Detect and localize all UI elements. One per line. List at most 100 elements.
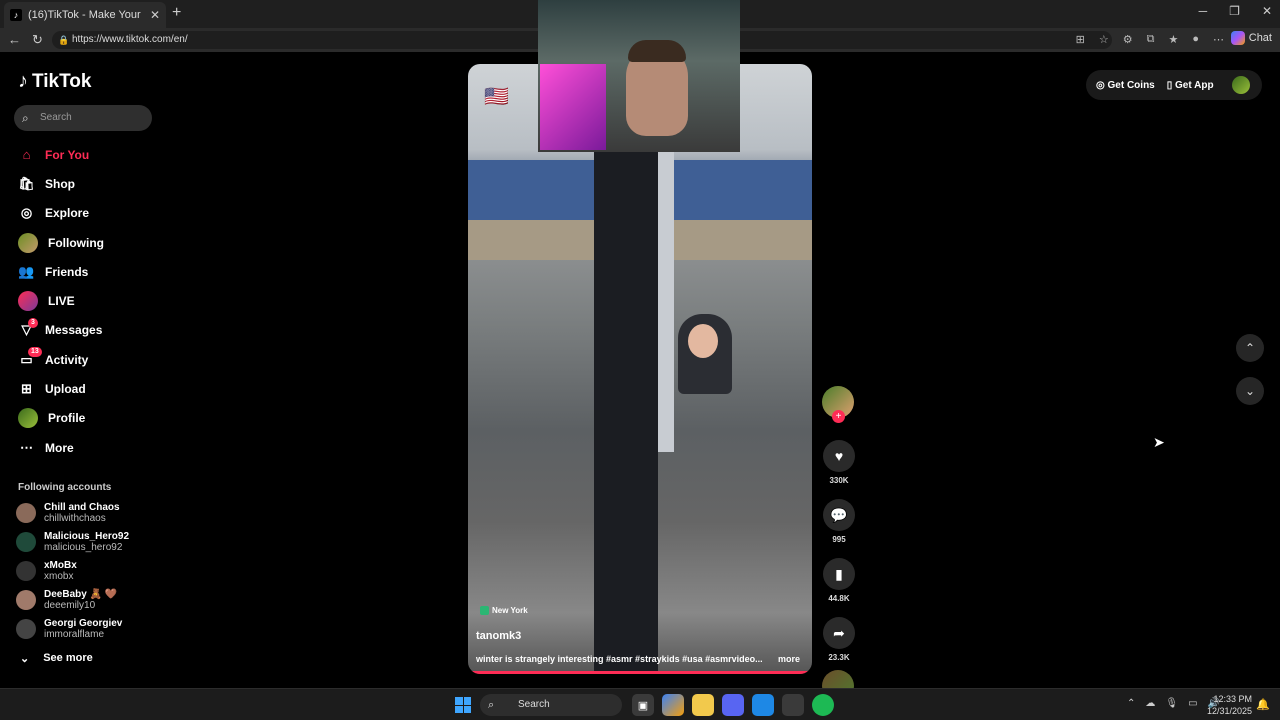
comment-action[interactable]: 💬 995 — [822, 499, 856, 544]
search-icon: ⌕ — [488, 699, 495, 711]
heart-icon[interactable]: ♥ — [823, 440, 855, 472]
webcam-person-hair — [628, 40, 686, 62]
chat-label: Chat — [1248, 32, 1272, 44]
like-count: 330K — [829, 476, 849, 485]
video-progress-bar[interactable] — [468, 671, 812, 674]
account-handle: immoralflame — [44, 628, 105, 640]
favorite-icon[interactable]: ☆ — [1099, 33, 1109, 46]
bookmark-icon[interactable]: ▮ — [823, 558, 855, 590]
tiktok-logo[interactable]: ♪ TikTok — [18, 70, 91, 93]
windows-start-icon[interactable] — [455, 697, 471, 713]
sidebar-item-following[interactable]: Following — [0, 228, 160, 257]
following-account-item[interactable]: DeeBaby 🧸 🤎 deeemily10 — [16, 585, 156, 614]
profile-avatar — [18, 408, 38, 429]
sidebar-item-label: Upload — [45, 382, 86, 397]
spotify-icon[interactable] — [812, 694, 834, 716]
creator-avatar[interactable]: + — [822, 386, 854, 423]
close-window-icon[interactable]: ✕ — [1262, 4, 1272, 18]
us-flag-icon: 🇺🇸 — [484, 86, 509, 108]
share-icon[interactable]: ➦ — [823, 617, 855, 649]
taskbar-search-label: Search — [518, 699, 550, 710]
get-app-button[interactable]: ▯ Get App — [1167, 80, 1214, 91]
minimize-icon[interactable]: ─ — [1199, 4, 1208, 18]
sidebar: ♪ TikTok ⌕ Search ⌂ For You 🛍 Shop ◎ Exp… — [0, 56, 160, 686]
sidebar-item-activity[interactable]: ▭ 13 Activity — [0, 345, 160, 374]
close-tab-icon[interactable]: ✕ — [150, 8, 160, 22]
account-name: DeeBaby 🧸 🤎 — [44, 588, 118, 600]
video-player[interactable]: 🇺🇸 New York tanomk3 winter is strangely … — [468, 64, 812, 674]
save-action[interactable]: ▮ 44.8K — [822, 558, 856, 603]
sidebar-item-for-you[interactable]: ⌂ For You — [0, 140, 160, 169]
sidebar-item-label: Friends — [45, 264, 89, 279]
following-accounts-title: Following accounts — [18, 482, 112, 493]
back-icon[interactable]: ← — [8, 32, 21, 47]
clock[interactable]: 12:33 PM 12/31/2025 — [1207, 693, 1252, 717]
cloud-icon[interactable]: ☁ — [1145, 698, 1155, 709]
chevron-down-icon: ⌄ — [1244, 384, 1256, 398]
menu-dots-icon[interactable]: ⋯ — [1213, 33, 1224, 46]
collections-icon[interactable]: ⧉ — [1147, 33, 1155, 46]
comment-icon[interactable]: 💬 — [823, 499, 855, 531]
get-coins-button[interactable]: ◎ Get Coins — [1096, 80, 1155, 91]
mouse-cursor-icon: ➤ — [1153, 434, 1165, 450]
sidebar-item-friends[interactable]: 👥 Friends — [0, 257, 160, 286]
copilot-chat-button[interactable]: Chat — [1230, 31, 1272, 45]
maximize-icon[interactable]: ❐ — [1229, 4, 1240, 18]
sidebar-item-upload[interactable]: ⊞ Upload — [0, 374, 160, 403]
following-account-item[interactable]: Chill and Chaos chillwithchaos — [16, 498, 156, 527]
app-icon[interactable] — [782, 694, 804, 716]
comment-count: 995 — [832, 535, 846, 544]
favorites-bar-icon[interactable]: ★ — [1168, 33, 1178, 46]
nav-list: ⌂ For You 🛍 Shop ◎ Explore Following 👥 F… — [0, 140, 160, 462]
like-action[interactable]: ♥ 330K — [822, 440, 856, 485]
profile-icon[interactable]: ● — [1192, 33, 1199, 46]
sidebar-item-label: Activity — [45, 352, 89, 367]
copilot-app-icon[interactable] — [662, 694, 684, 716]
time: 12:33 PM — [1213, 694, 1252, 704]
webcam-overlay — [538, 0, 740, 152]
extensions-icon[interactable]: ⚙ — [1123, 33, 1133, 46]
window-controls: ─ ❐ ✕ — [1199, 4, 1272, 18]
account-handle: xmobx — [44, 570, 74, 582]
account-avatar — [16, 589, 36, 610]
edge-icon[interactable] — [752, 694, 774, 716]
share-action[interactable]: ➦ 23.3K — [822, 617, 856, 662]
following-account-item[interactable]: xMoBx xmobx — [16, 556, 156, 585]
sidebar-item-label: For You — [45, 147, 90, 162]
sidebar-item-more[interactable]: ⋯ More — [0, 433, 160, 462]
sidebar-item-live[interactable]: LIVE — [0, 286, 160, 315]
mic-icon[interactable]: 🎙 — [1165, 698, 1178, 709]
date: 12/31/2025 — [1206, 706, 1252, 716]
task-view-icon[interactable]: ▣ — [632, 694, 654, 716]
follow-plus-icon[interactable]: + — [832, 410, 845, 423]
refresh-icon[interactable]: ↻ — [32, 32, 43, 48]
notification-icon[interactable]: 🔔 — [1256, 698, 1270, 711]
video-author[interactable]: tanomk3 — [476, 630, 521, 642]
sidebar-item-explore[interactable]: ◎ Explore — [0, 199, 160, 228]
sidebar-item-messages[interactable]: ▽ 3 Messages — [0, 316, 160, 345]
account-name: xMoBx — [44, 559, 77, 571]
caption-more-link[interactable]: more — [778, 654, 800, 664]
apps-icon[interactable]: ⊞ — [1076, 33, 1085, 46]
compass-icon: ◎ — [20, 205, 33, 221]
taskbar-apps: ▣ — [632, 694, 834, 716]
sidebar-item-shop[interactable]: 🛍 Shop — [0, 169, 160, 198]
next-video-button[interactable]: ⌄ — [1236, 377, 1264, 405]
see-more-button[interactable]: ⌄ See more — [20, 652, 93, 665]
user-avatar[interactable] — [1231, 76, 1250, 94]
file-explorer-icon[interactable] — [692, 694, 714, 716]
previous-video-button[interactable]: ⌃ — [1236, 334, 1264, 362]
tray-chevron-icon[interactable]: ⌃ — [1127, 698, 1135, 709]
network-icon[interactable]: ▭ — [1188, 698, 1197, 709]
location-tag[interactable]: New York — [480, 606, 528, 615]
search-input[interactable]: ⌕ Search — [14, 105, 152, 131]
browser-tab[interactable]: ♪ (16)TikTok - Make Your Day ✕ — [4, 2, 166, 28]
new-tab-icon[interactable]: + — [172, 4, 181, 22]
copilot-icon — [1230, 31, 1245, 45]
sidebar-item-profile[interactable]: Profile — [0, 404, 160, 433]
following-account-item[interactable]: Malicious_Hero92 malicious_hero92 — [16, 527, 156, 556]
following-account-item[interactable]: Georgi Georgiev immoralflame — [16, 614, 156, 643]
taskbar-search[interactable]: ⌕ Search — [480, 694, 622, 716]
discord-icon[interactable] — [722, 694, 744, 716]
chevron-up-icon: ⌃ — [1244, 341, 1256, 355]
